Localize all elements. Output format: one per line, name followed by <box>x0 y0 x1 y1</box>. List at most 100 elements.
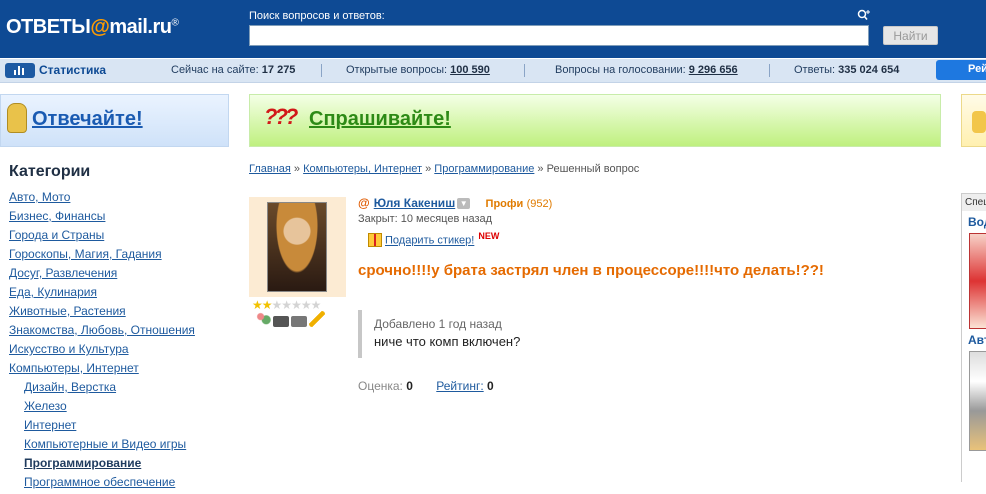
stat-online-value: 17 275 <box>261 64 296 76</box>
stats-title[interactable]: Статистика <box>39 63 106 77</box>
gift-sticker[interactable]: Подарить стикер! NEW <box>368 231 499 247</box>
hand-icon <box>7 103 27 133</box>
breadcrumb: Главная » Компьютеры, Интернет » Програм… <box>249 163 639 175</box>
right-column-link[interactable]: Вод <box>962 215 986 229</box>
breadcrumb-category[interactable]: Компьютеры, Интернет <box>303 163 422 175</box>
category-item[interactable]: Знакомства, Любовь, Отношения <box>9 323 195 342</box>
question-title: срочно!!!!у брата застрял член в процесс… <box>358 262 824 279</box>
category-link[interactable]: Еда, Кулинария <box>9 285 97 299</box>
category-link[interactable]: Бизнес, Финансы <box>9 209 105 223</box>
stat-answers: Ответы: 335 024 654 <box>794 64 899 76</box>
pencil-icon[interactable] <box>309 311 325 327</box>
stats-bar: Статистика Сейчас на сайте: 17 275 Откры… <box>0 59 986 83</box>
author-name[interactable]: Юля Какениш <box>374 196 456 210</box>
ask-link[interactable]: Спрашивайте! <box>309 108 451 131</box>
site-logo[interactable]: ОТВЕТЫ@mail.ru® <box>6 16 179 39</box>
categories-list: Авто, Мото Бизнес, Финансы Города и Страны… <box>9 190 195 494</box>
video-icon[interactable] <box>291 316 307 327</box>
category-link[interactable]: Искусство и Культура <box>9 342 129 356</box>
stat-answers-label: Ответы: <box>794 64 836 76</box>
category-item[interactable]: Программирование <box>9 456 195 475</box>
categories-title: Категории <box>9 163 91 180</box>
advanced-search-icon[interactable] <box>857 9 871 21</box>
question-scores: Оценка: 0 Рейтинг: 0 <box>358 379 494 393</box>
closed-time: Закрыт: 10 месяцев назад <box>358 213 493 225</box>
category-link[interactable]: Гороскопы, Магия, Гадания <box>9 247 162 261</box>
question-marks-icon: ??? <box>264 104 298 129</box>
right-column-link[interactable]: Авт <box>962 333 986 347</box>
category-link[interactable]: Дизайн, Верстка <box>24 380 116 394</box>
stat-online-label: Сейчас на сайте: <box>171 64 259 76</box>
statistics-icon[interactable] <box>5 63 35 78</box>
category-link[interactable]: Компьютерные и Видео игры <box>24 437 186 451</box>
category-link[interactable]: Интернет <box>24 418 76 432</box>
stat-answers-value: 335 024 654 <box>838 64 900 76</box>
gift-icon <box>368 232 382 247</box>
avatar-frame <box>249 197 346 297</box>
category-link[interactable]: Компьютеры, Интернет <box>9 361 139 375</box>
breadcrumb-sep: » <box>534 163 547 175</box>
category-item[interactable]: Железо <box>9 399 195 418</box>
category-item[interactable]: Авто, Мото <box>9 190 195 209</box>
addition-time: Добавлено 1 год назад <box>374 317 502 331</box>
category-item[interactable]: Города и Страны <box>9 228 195 247</box>
category-link[interactable]: Животные, Растения <box>9 304 126 318</box>
rating-link[interactable]: Рейтинг: <box>436 379 483 393</box>
category-link[interactable]: Программирование <box>24 456 141 470</box>
header: ОТВЕТЫ@mail.ru® Поиск вопросов и ответов… <box>0 0 986 58</box>
category-item[interactable]: Компьютеры, Интернет <box>9 361 195 380</box>
category-link[interactable]: Железо <box>24 399 67 413</box>
category-link[interactable]: Знакомства, Любовь, Отношения <box>9 323 195 337</box>
category-item[interactable]: Бизнес, Финансы <box>9 209 195 228</box>
category-item[interactable]: Компьютерные и Видео игры <box>9 437 195 456</box>
breadcrumb-subcategory[interactable]: Программирование <box>434 163 534 175</box>
rating-tab[interactable]: Рей <box>936 60 986 80</box>
ad-image[interactable] <box>969 233 986 329</box>
avatar[interactable] <box>267 202 327 292</box>
category-link[interactable]: Авто, Мото <box>9 190 70 204</box>
category-item[interactable]: Дизайн, Верстка <box>9 380 195 399</box>
rating-value: 0 <box>487 379 494 393</box>
star-empty-icon: ★ <box>300 298 312 312</box>
breadcrumb-home[interactable]: Главная <box>249 163 291 175</box>
right-banner[interactable] <box>961 94 986 147</box>
stat-open-label: Открытые вопросы: <box>346 64 448 76</box>
category-item[interactable]: Еда, Кулинария <box>9 285 195 304</box>
breadcrumb-sep: » <box>422 163 435 175</box>
category-link[interactable]: Программное обеспечение <box>24 475 175 489</box>
category-item[interactable]: Гороскопы, Магия, Гадания <box>9 247 195 266</box>
stat-open: Открытые вопросы: 100 590 <box>346 64 490 76</box>
answer-banner[interactable]: Отвечайте! <box>0 94 229 147</box>
search-input[interactable] <box>249 25 869 46</box>
breadcrumb-sep: » <box>290 163 304 175</box>
stat-open-link[interactable]: 100 590 <box>450 64 490 76</box>
addition-text: ниче что комп включен? <box>374 334 521 349</box>
divider <box>524 64 525 77</box>
right-column-header: Спец <box>962 194 986 211</box>
star-empty-icon: ★ <box>281 298 292 312</box>
ad-image[interactable] <box>969 351 986 451</box>
category-link[interactable]: Досуг, Развлечения <box>9 266 117 280</box>
category-item[interactable]: Искусство и Культура <box>9 342 195 361</box>
question-author: @ Юля Какениш ▼ Профи (952) <box>358 196 552 210</box>
friends-icon[interactable] <box>255 311 271 327</box>
gift-link[interactable]: Подарить стикер! <box>385 235 474 247</box>
answer-link[interactable]: Отвечайте! <box>32 108 143 131</box>
star-empty-icon: ★ <box>271 298 283 312</box>
stat-vote-link[interactable]: 9 296 656 <box>689 64 738 76</box>
category-item[interactable]: Досуг, Развлечения <box>9 266 195 285</box>
mail-at-icon: @ <box>358 196 370 210</box>
divider <box>321 64 322 77</box>
star-filled-icon: ★ <box>252 298 263 312</box>
category-item[interactable]: Интернет <box>9 418 195 437</box>
category-item[interactable]: Животные, Растения <box>9 304 195 323</box>
search-button[interactable]: Найти <box>883 26 938 45</box>
camera-icon[interactable] <box>273 316 289 327</box>
ask-banner[interactable]: ??? Спрашивайте! <box>249 94 941 147</box>
author-rank: Профи <box>485 198 524 210</box>
category-link[interactable]: Города и Страны <box>9 228 104 242</box>
stat-vote-label: Вопросы на голосовании: <box>555 64 686 76</box>
star-filled-icon: ★ <box>261 298 273 312</box>
dropdown-icon[interactable]: ▼ <box>457 198 471 210</box>
category-item[interactable]: Программное обеспечение <box>9 475 195 494</box>
